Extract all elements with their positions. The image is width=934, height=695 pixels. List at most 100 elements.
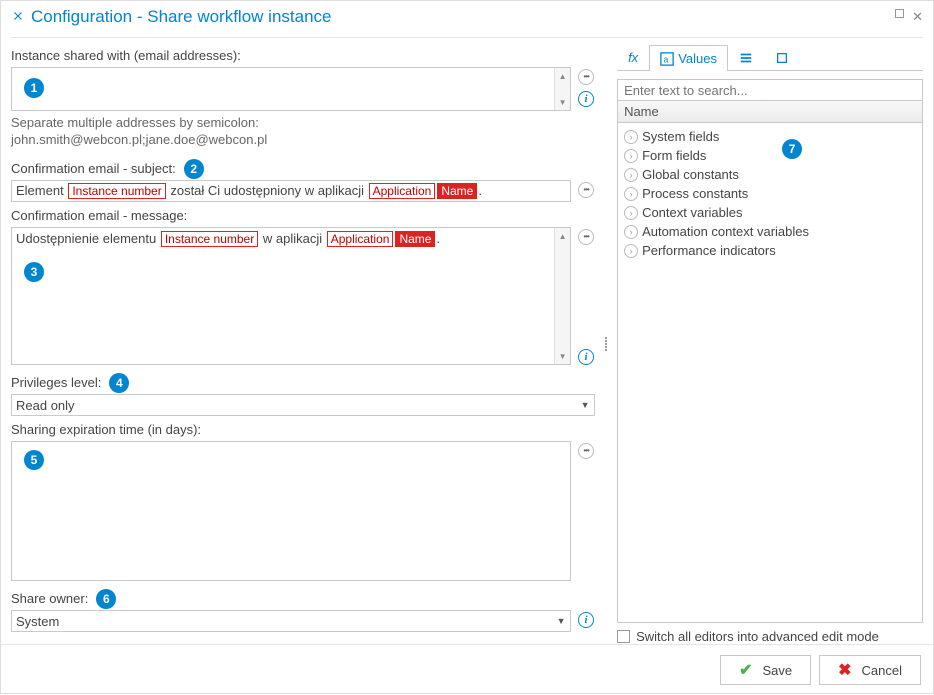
expiration-editor[interactable]: 5 xyxy=(11,441,571,581)
token-application[interactable]: Application xyxy=(327,231,394,247)
window-title: Configuration - Share workflow instance xyxy=(31,7,895,27)
expand-icon[interactable]: › xyxy=(624,187,638,201)
annotation-2: 2 xyxy=(184,159,204,179)
privileges-label: Privileges level: xyxy=(11,375,101,390)
token-application[interactable]: Application xyxy=(369,183,436,199)
owner-select[interactable]: System ▼ xyxy=(11,610,571,632)
privileges-select[interactable]: Read only ▼ xyxy=(11,394,595,416)
scroll-down-icon[interactable]: ▼ xyxy=(555,94,570,110)
message-text: . xyxy=(436,231,440,246)
token-instance-number[interactable]: Instance number xyxy=(161,231,258,247)
more-options-icon[interactable]: ••• xyxy=(578,69,594,85)
left-column: Instance shared with (email addresses): … xyxy=(11,44,595,644)
fx-icon: fx xyxy=(628,50,638,65)
owner-label: Share owner: xyxy=(11,591,88,606)
token-name[interactable]: Name xyxy=(437,183,477,199)
svg-text:a: a xyxy=(664,54,669,64)
owner-value: System xyxy=(16,614,59,629)
right-column: fx a Values Name › System fields › Form fi… xyxy=(617,44,923,644)
subject-text: . xyxy=(478,183,482,198)
more-options-icon[interactable]: ••• xyxy=(578,229,594,245)
more-options-icon[interactable]: ••• xyxy=(578,182,594,198)
tab-fx[interactable]: fx xyxy=(617,44,649,70)
annotation-7: 7 xyxy=(782,139,802,159)
separator xyxy=(11,37,923,38)
tree-item[interactable]: › Automation context variables xyxy=(622,222,918,241)
chevron-down-icon[interactable]: ▼ xyxy=(552,611,570,631)
tree-item-label: Context variables xyxy=(642,205,742,220)
message-label: Confirmation email - message: xyxy=(11,208,595,223)
tree-item[interactable]: › System fields xyxy=(622,127,918,146)
save-button[interactable]: ✔ Save xyxy=(720,655,811,685)
title-bar: Configuration - Share workflow instance … xyxy=(1,1,933,37)
tree-item[interactable]: › Global constants xyxy=(622,165,918,184)
object-icon xyxy=(775,51,789,65)
button-label: Cancel xyxy=(862,663,902,678)
subject-editor[interactable]: Element Instance number został Ci udostę… xyxy=(11,180,571,202)
tree-item[interactable]: › Context variables xyxy=(622,203,918,222)
drag-handle-icon[interactable] xyxy=(605,336,607,352)
tree-item[interactable]: › Form fields xyxy=(622,146,918,165)
tab-label: Values xyxy=(678,51,717,66)
expiration-label: Sharing expiration time (in days): xyxy=(11,422,595,437)
cross-icon: ✖ xyxy=(838,660,851,680)
expand-icon[interactable]: › xyxy=(624,206,638,220)
scrollbar[interactable]: ▲ ▼ xyxy=(554,228,570,364)
tree-item-label: System fields xyxy=(642,129,719,144)
button-label: Save xyxy=(762,663,792,678)
expand-icon[interactable]: › xyxy=(624,168,638,182)
list-icon xyxy=(739,51,753,65)
chevron-down-icon[interactable]: ▼ xyxy=(576,395,594,415)
scrollbar[interactable]: ▲ ▼ xyxy=(554,68,570,110)
tree-item[interactable]: ›Performance indicators xyxy=(622,241,918,260)
token-instance-number[interactable]: Instance number xyxy=(68,183,165,199)
advanced-mode-label: Switch all editors into advanced edit mo… xyxy=(636,629,879,644)
annotation-4: 4 xyxy=(109,373,129,393)
values-icon: a xyxy=(660,52,674,66)
close-window-icon[interactable]: ✕ xyxy=(912,9,923,25)
annotation-1: 1 xyxy=(24,78,44,98)
tab-object[interactable] xyxy=(764,44,800,70)
tree-item[interactable]: ›Process constants xyxy=(622,184,918,203)
tab-list[interactable] xyxy=(728,44,764,70)
more-options-icon[interactable]: ••• xyxy=(578,443,594,459)
scroll-down-icon[interactable]: ▼ xyxy=(555,348,570,364)
tree[interactable]: › System fields › Form fields › Global cons… xyxy=(617,123,923,623)
expand-icon[interactable]: › xyxy=(624,149,638,163)
splitter[interactable] xyxy=(603,44,609,644)
token-name[interactable]: Name xyxy=(395,231,435,247)
cancel-button[interactable]: ✖ Cancel xyxy=(819,655,921,685)
expand-icon[interactable]: › xyxy=(624,130,638,144)
scroll-up-icon[interactable]: ▲ xyxy=(555,68,570,84)
shared-with-editor[interactable]: 1 ▲ ▼ xyxy=(11,67,571,111)
shared-with-example: john.smith@webcon.pl;jane.doe@webcon.pl xyxy=(11,132,595,147)
message-text: Udostępnienie elementu xyxy=(16,231,156,246)
check-icon: ✔ xyxy=(739,660,752,680)
tree-item-label: Automation context variables xyxy=(642,224,809,239)
annotation-5: 5 xyxy=(24,450,44,470)
shared-with-hint: Separate multiple addresses by semicolon… xyxy=(11,115,595,130)
advanced-mode-checkbox[interactable]: Switch all editors into advanced edit mo… xyxy=(617,629,923,644)
message-text: w aplikacji xyxy=(263,231,322,246)
info-icon[interactable]: i xyxy=(578,612,594,628)
tree-header[interactable]: Name xyxy=(617,101,923,123)
search-input[interactable] xyxy=(617,79,923,101)
subject-text: został Ci udostępniony w aplikacji xyxy=(170,183,364,198)
maximize-icon[interactable] xyxy=(895,9,904,18)
expand-icon[interactable]: › xyxy=(624,244,638,258)
annotation-3: 3 xyxy=(24,262,44,282)
info-icon[interactable]: i xyxy=(578,349,594,365)
scroll-up-icon[interactable]: ▲ xyxy=(555,228,570,244)
tools-icon xyxy=(11,9,25,26)
annotation-6: 6 xyxy=(96,589,116,609)
subject-label: Confirmation email - subject: xyxy=(11,161,176,176)
expand-icon[interactable]: › xyxy=(624,225,638,239)
checkbox-icon[interactable] xyxy=(617,630,630,643)
subject-text: Element xyxy=(16,183,64,198)
tab-values[interactable]: a Values xyxy=(649,45,728,71)
shared-with-label: Instance shared with (email addresses): xyxy=(11,48,595,63)
message-editor[interactable]: Udostępnienie elementu Instance number w… xyxy=(11,227,571,365)
tree-item-label: Form fields xyxy=(642,148,706,163)
tree-item-label: Global constants xyxy=(642,167,739,182)
info-icon[interactable]: i xyxy=(578,91,594,107)
